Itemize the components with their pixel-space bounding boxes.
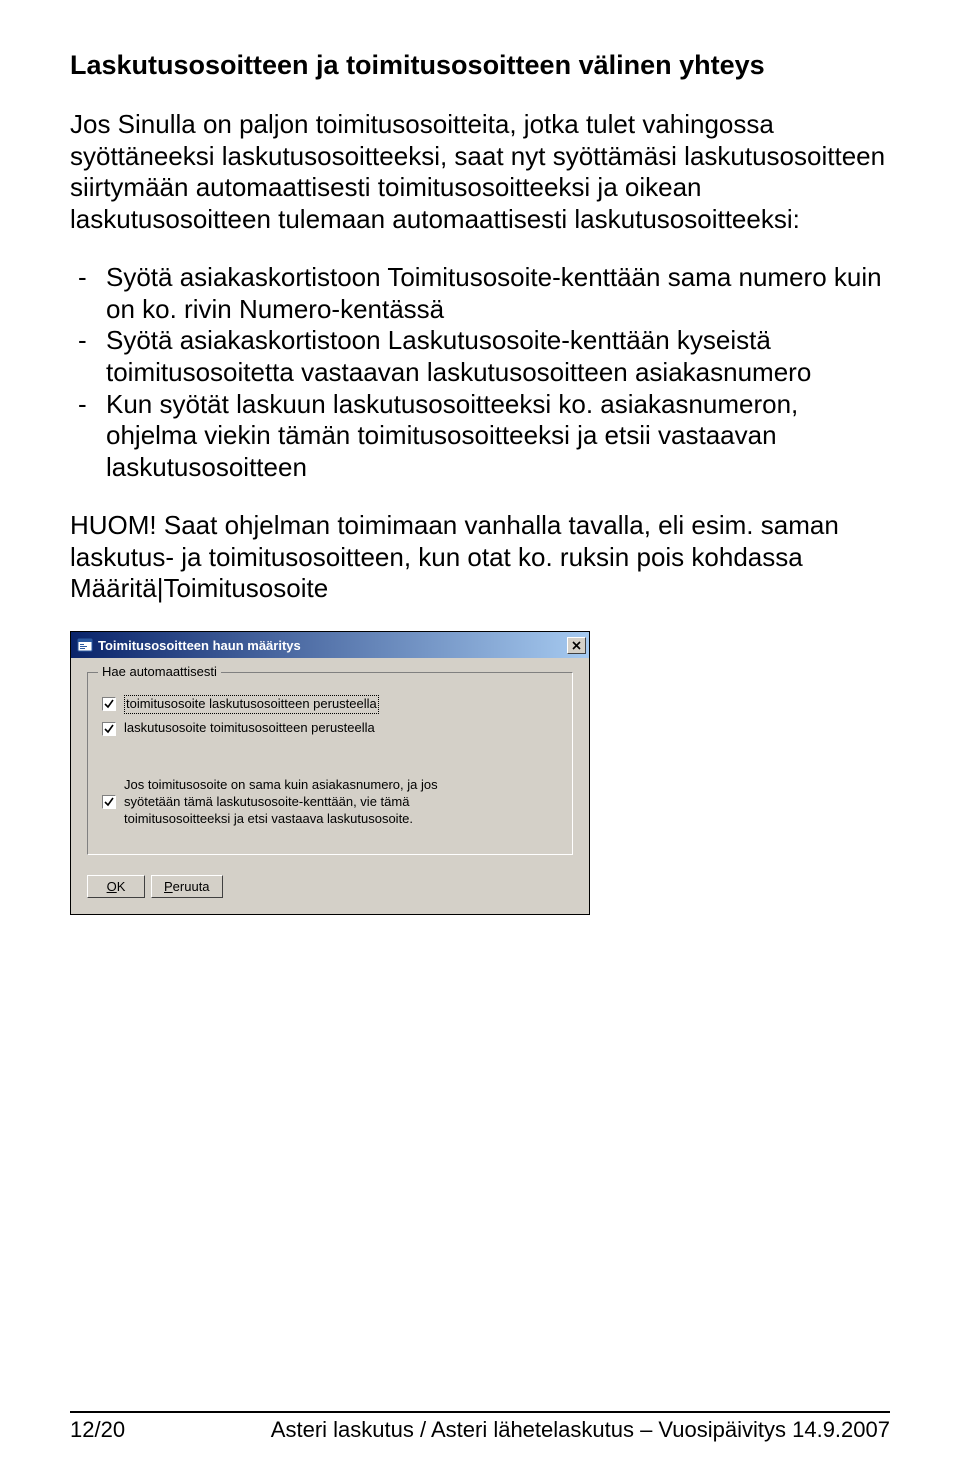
dialog-body: Hae automaattisesti toimitusosoite lasku…: [71, 658, 589, 913]
list-item: Kun syötät laskuun laskutusosoitteeksi k…: [70, 389, 890, 484]
page-heading: Laskutusosoitteen ja toimitusosoitteen v…: [70, 50, 890, 81]
dialog-titlebar: Toimitusosoitteen haun määritys: [71, 632, 589, 658]
dialog-window: Toimitusosoitteen haun määritys Hae auto…: [70, 631, 590, 914]
list-item: Syötä asiakaskortistoon Laskutusosoite-k…: [70, 325, 890, 388]
ok-button[interactable]: OK: [87, 875, 145, 898]
checkbox-row-3: Jos toimitusosoite on sama kuin asiakasn…: [102, 777, 558, 828]
checkbox-label-1: toimitusosoite laskutusosoitteen peruste…: [124, 695, 379, 714]
list-item: Syötä asiakaskortistoon Toimitusosoite-k…: [70, 262, 890, 325]
close-button[interactable]: [567, 637, 586, 654]
ok-button-label-suffix: K: [117, 879, 126, 894]
footer-doc-title: Asteri laskutus / Asteri lähetelaskutus …: [271, 1417, 890, 1443]
checkbox-row-1: toimitusosoite laskutusosoitteen peruste…: [102, 695, 558, 714]
app-icon: [77, 637, 93, 653]
groupbox-legend: Hae automaattisesti: [98, 664, 221, 679]
note-paragraph: HUOM! Saat ohjelman toimimaan vanhalla t…: [70, 510, 890, 605]
dialog-title: Toimitusosoitteen haun määritys: [98, 638, 301, 653]
cancel-button-label-suffix: eruuta: [173, 879, 210, 894]
intro-paragraph: Jos Sinulla on paljon toimitusosoitteita…: [70, 109, 890, 236]
document-page: Laskutusosoitteen ja toimitusosoitteen v…: [0, 0, 960, 1478]
checkbox-2[interactable]: [102, 722, 116, 736]
dialog-screenshot: Toimitusosoitteen haun määritys Hae auto…: [70, 631, 890, 914]
checkbox-3[interactable]: [102, 795, 116, 809]
cancel-button[interactable]: Peruuta: [151, 875, 223, 898]
checkbox-label-2: laskutusosoite toimitusosoitteen peruste…: [124, 720, 375, 737]
footer-page-number: 12/20: [70, 1417, 125, 1443]
checkbox-label-3: Jos toimitusosoite on sama kuin asiakasn…: [124, 777, 454, 828]
page-footer: 12/20 Asteri laskutus / Asteri lähetelas…: [70, 1411, 890, 1443]
checkbox-1[interactable]: [102, 697, 116, 711]
dialog-groupbox: Hae automaattisesti toimitusosoite lasku…: [87, 672, 573, 854]
bullet-list: Syötä asiakaskortistoon Toimitusosoite-k…: [70, 262, 890, 484]
dialog-button-row: OK Peruuta: [87, 871, 573, 898]
checkbox-row-2: laskutusosoite toimitusosoitteen peruste…: [102, 720, 558, 737]
